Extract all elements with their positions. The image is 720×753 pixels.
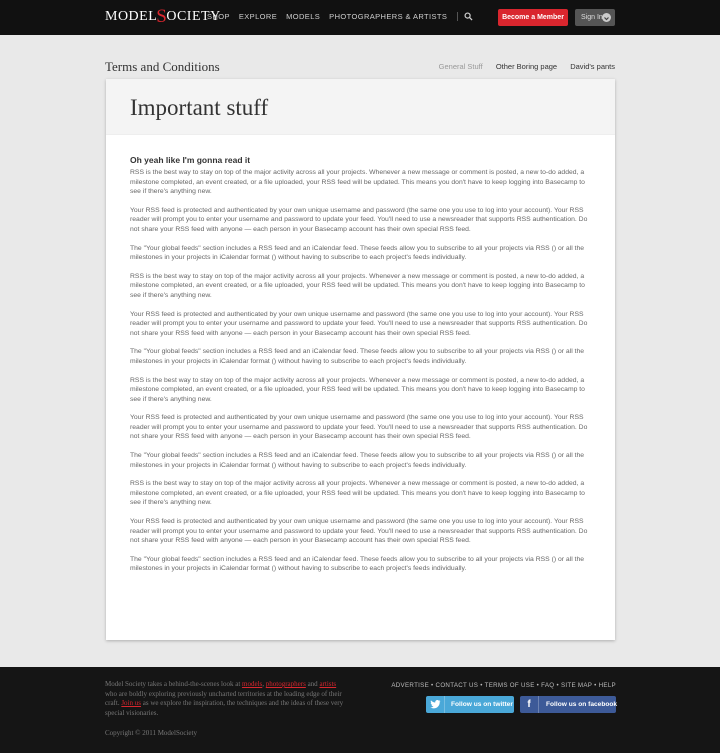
card-body: Oh yeah like I'm gonna read it RSS is th…	[106, 135, 615, 574]
nav-item-explore[interactable]: EXPLORE	[239, 12, 277, 21]
logo-s: S	[156, 6, 168, 27]
nav-divider	[457, 12, 459, 21]
tab-davids-pants[interactable]: David's pants	[570, 62, 615, 71]
nav-item-models[interactable]: MODELS	[286, 12, 320, 21]
nav-item-shop[interactable]: SHOP	[207, 12, 230, 21]
paragraph: The "Your global feeds" section includes…	[130, 555, 585, 573]
paragraph: RSS is the best way to stay on top of th…	[130, 376, 585, 403]
footer-link-terms[interactable]: TERMS OF USE	[485, 682, 535, 689]
footer-link-help[interactable]: HELP	[599, 682, 616, 689]
twitter-icon	[426, 696, 445, 713]
paragraph: Your RSS feed is protected and authentic…	[130, 310, 588, 337]
sub-navigation: General Stuff Other Boring page David's …	[428, 62, 615, 71]
chevron-down-icon	[602, 13, 611, 22]
footer: Model Society takes a behind-the-scenes …	[0, 667, 720, 753]
search-icon[interactable]	[464, 12, 473, 21]
top-navigation-bar: MODELSOCIETY SHOP EXPLORE MODELS PHOTOGR…	[0, 0, 720, 35]
paragraph: Your RSS feed is protected and authentic…	[130, 414, 588, 441]
card-heading: Important stuff	[130, 95, 269, 120]
footer-links: ADVERTISE • CONTACT US • TERMS OF USE • …	[391, 682, 616, 689]
footer-link-contact[interactable]: CONTACT US	[436, 682, 479, 689]
logo[interactable]: MODELSOCIETY	[105, 6, 221, 27]
paragraph: The "Your global feeds" section includes…	[130, 244, 585, 262]
paragraph: RSS is the best way to stay on top of th…	[130, 169, 585, 196]
footer-link-advertise[interactable]: ADVERTISE	[391, 682, 429, 689]
link-models[interactable]: models	[242, 680, 262, 688]
copyright: Copyright © 2011 ModelSociety	[105, 729, 197, 737]
card-header: Important stuff	[106, 79, 615, 135]
paragraph: RSS is the best way to stay on top of th…	[130, 480, 585, 507]
logo-left: MODEL	[105, 9, 158, 24]
card-subheading: Oh yeah like I'm gonna read it	[130, 155, 251, 165]
twitter-label: Follow us on twitter	[451, 701, 513, 708]
main-nav: SHOP EXPLORE MODELS PHOTOGRAPHERS & ARTI…	[207, 12, 473, 21]
content-card: Important stuff Oh yeah like I'm gonna r…	[106, 79, 615, 640]
footer-link-faq[interactable]: FAQ	[541, 682, 554, 689]
link-photographers[interactable]: photographers	[266, 680, 306, 688]
nav-item-photographers-artists[interactable]: PHOTOGRAPHERS & ARTISTS	[329, 12, 447, 21]
facebook-label: Follow us on facebook	[546, 701, 618, 708]
paragraph: Your RSS feed is protected and authentic…	[130, 518, 588, 545]
paragraph: The "Your global feeds" section includes…	[130, 452, 585, 469]
sign-in-label: Sign In	[581, 14, 603, 21]
footer-link-sitemap[interactable]: SITE MAP	[561, 682, 592, 689]
footer-about-text: and	[305, 680, 320, 688]
tab-other-boring-page[interactable]: Other Boring page	[496, 62, 557, 71]
tab-general-stuff[interactable]: General Stuff	[439, 62, 483, 71]
sign-in-button[interactable]: Sign In	[575, 9, 615, 26]
footer-about-text: as we explore the inspiration, the techn…	[105, 699, 344, 717]
footer-about: Model Society takes a behind-the-scenes …	[105, 680, 345, 718]
twitter-follow-button[interactable]: Follow us on twitter	[426, 696, 514, 713]
become-member-button[interactable]: Become a Member	[498, 9, 568, 26]
facebook-follow-button[interactable]: f Follow us on facebook	[520, 696, 618, 713]
facebook-icon: f	[520, 696, 539, 713]
page-title: Terms and Conditions	[105, 59, 220, 74]
paragraph: RSS is the best way to stay on top of th…	[130, 272, 585, 299]
link-join-us[interactable]: Join us	[121, 699, 141, 707]
link-artists[interactable]: artists	[319, 680, 336, 688]
paragraph: Your RSS feed is protected and authentic…	[130, 206, 588, 233]
footer-about-text: Model Society takes a behind-the-scenes …	[105, 680, 243, 688]
paragraph: The "Your global feeds" section includes…	[130, 348, 585, 365]
